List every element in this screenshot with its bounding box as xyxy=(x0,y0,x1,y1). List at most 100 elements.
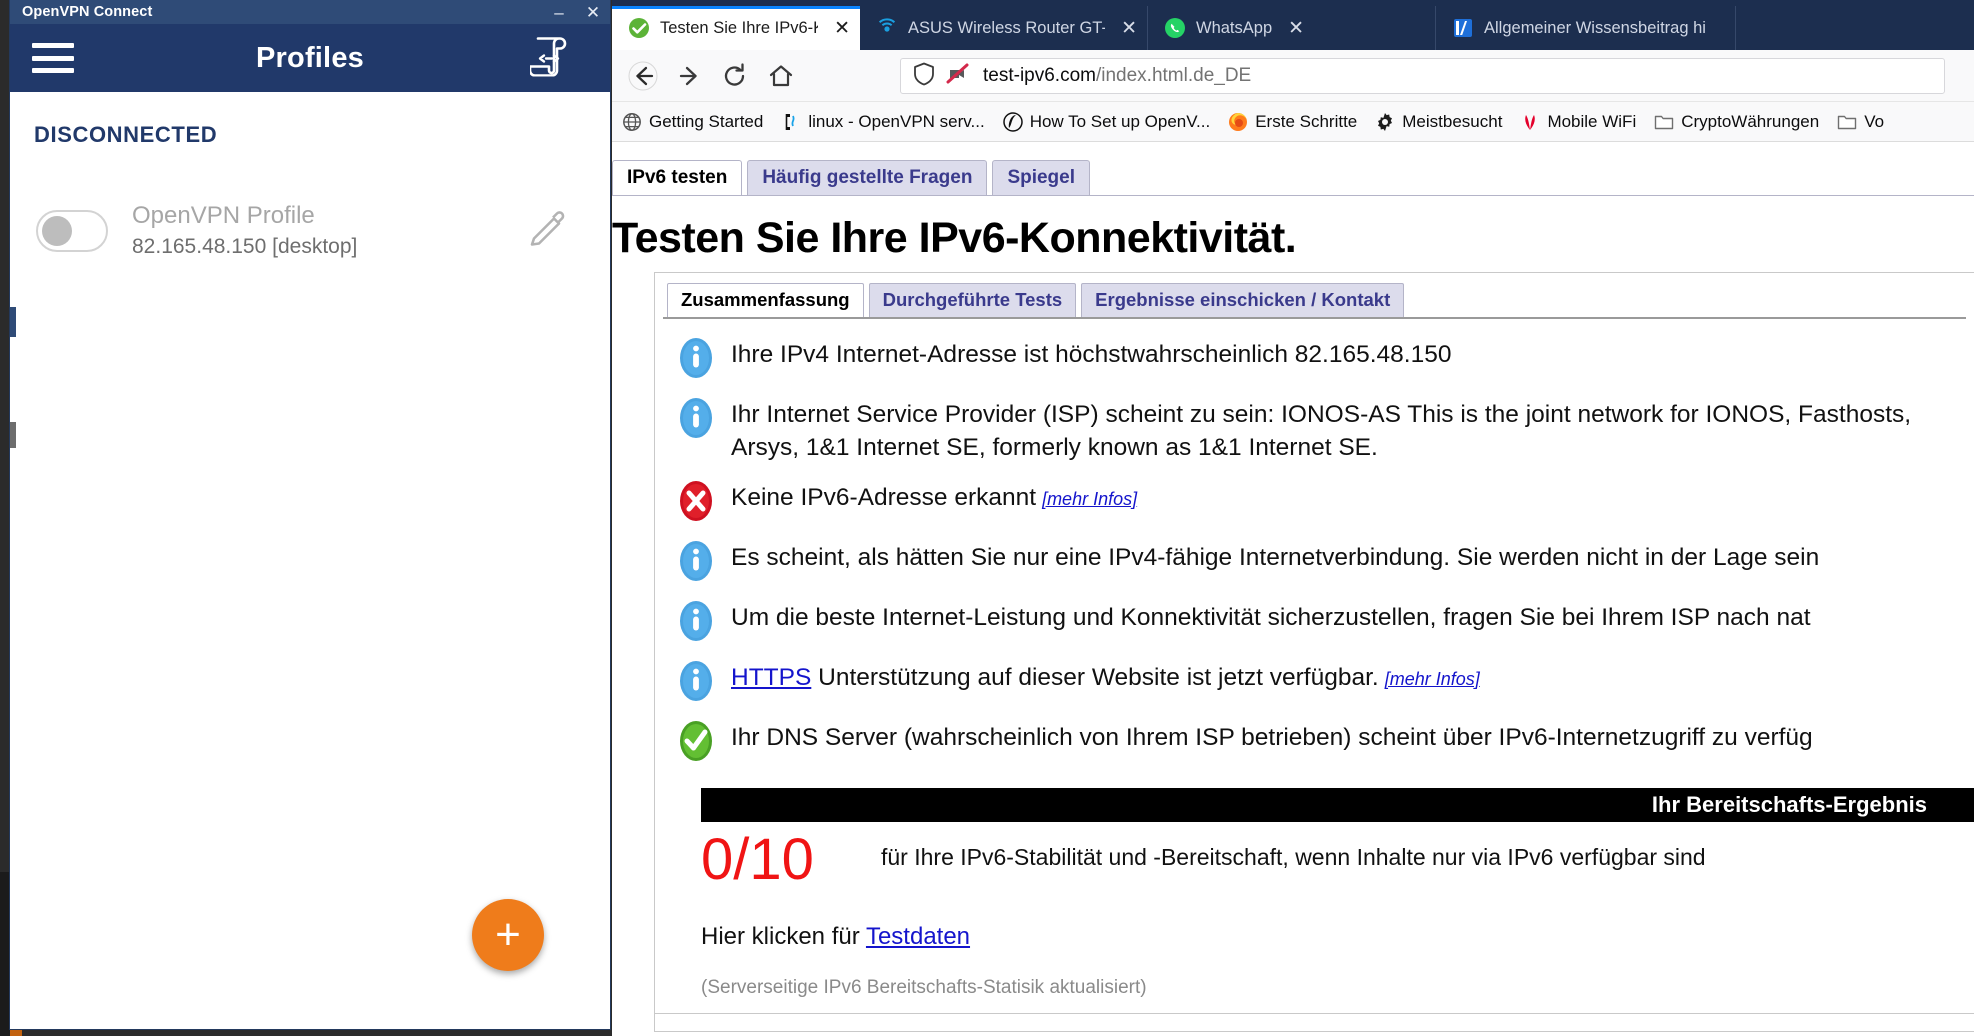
result-text: Ihre IPv4 Internet-Adresse ist höchstwah… xyxy=(731,341,1452,368)
openvpn-window-controls: – ✕ xyxy=(542,0,610,24)
info-icon xyxy=(673,335,719,381)
blue-doc-favicon xyxy=(1452,17,1474,39)
connection-status-label: DISCONNECTED xyxy=(34,122,218,147)
hamburger-icon[interactable] xyxy=(32,43,74,73)
success-icon xyxy=(673,718,719,764)
score-block: 0/10 für Ihre IPv6-Stabilität und -Berei… xyxy=(655,827,1974,893)
result-row: Um die beste Internet-Leistung und Konne… xyxy=(655,590,1974,650)
browser-tab-2-close[interactable]: ✕ xyxy=(1121,17,1137,40)
result-row: Ihr DNS Server (wahrscheinlich von Ihrem… xyxy=(655,710,1974,770)
result-row: HTTPS Unterstützung auf dieser Website i… xyxy=(655,650,1974,710)
testdaten-line: Hier klicken für Testdaten xyxy=(701,923,1974,951)
readiness-banner-label: Ihr Bereitschafts-Ergebnis xyxy=(1651,792,1927,818)
bookmark-label: CryptoWährungen xyxy=(1681,111,1820,131)
bookmark-linux-openvpn[interactable]: linux - OpenVPN serv... xyxy=(781,111,985,132)
browser-tab-1-label: Testen Sie Ihre IPv6-Konnektivit xyxy=(660,18,818,37)
readiness-score: 0/10 xyxy=(701,827,814,893)
browser-tab-1-close[interactable]: ✕ xyxy=(834,17,850,40)
info-icon xyxy=(673,538,719,584)
result-row: Ihre IPv4 Internet-Adresse ist höchstwah… xyxy=(655,327,1974,387)
results-panel: Zusammenfassung Durchgeführte Tests Erge… xyxy=(654,272,1974,1032)
bookmarks-bar: Getting Started linux - OpenVPN serv... xyxy=(612,102,1974,142)
add-profile-button[interactable]: + xyxy=(472,899,544,971)
panel-bottom-rule xyxy=(655,1013,1974,1015)
bookmark-label: Getting Started xyxy=(649,111,764,131)
browser-tab-3[interactable]: WhatsApp ✕ xyxy=(1148,6,1436,50)
server-stats-note: (Serverseitige IPv6 Bereitschafts-Statis… xyxy=(701,977,1147,999)
stackexchange-icon xyxy=(781,112,801,132)
bookmark-label: How To Set up OpenV... xyxy=(1029,111,1211,131)
result-text: Ihr DNS Server (wahrscheinlich von Ihrem… xyxy=(731,724,1813,752)
close-button[interactable]: ✕ xyxy=(576,0,610,24)
window-edge-marker xyxy=(10,307,16,337)
openvpn-appbar: Profiles xyxy=(10,24,610,92)
bookmark-meistbesucht[interactable]: Meistbesucht xyxy=(1375,112,1502,132)
panel-tab-zusammenfassung[interactable]: Zusammenfassung xyxy=(667,282,864,317)
site-tab-bar: IPv6 testen Häufig gestellte Fragen Spie… xyxy=(612,160,1095,196)
info-icon xyxy=(673,658,719,704)
site-tab-faq[interactable]: Häufig gestellte Fragen xyxy=(747,160,988,196)
browser-tab-4[interactable]: Allgemeiner Wissensbeitrag hi xyxy=(1436,6,1736,50)
forward-arrow-icon[interactable] xyxy=(666,53,712,99)
globe-icon xyxy=(622,112,642,132)
mehr-infos-link[interactable]: [mehr Infos] xyxy=(1042,489,1137,509)
url-domain: test-ipv6.com xyxy=(983,65,1096,86)
firefox-window: Testen Sie Ihre IPv6-Konnektivit ✕ ASUS … xyxy=(612,0,1974,1036)
mehr-infos-link[interactable]: [mehr Infos] xyxy=(1385,669,1480,689)
browser-tab-3-label: WhatsApp xyxy=(1196,18,1273,37)
back-arrow-icon[interactable] xyxy=(620,53,666,99)
home-icon[interactable] xyxy=(758,53,804,99)
panel-tab-ergebnisse-einschicken[interactable]: Ergebnisse einschicken / Kontakt xyxy=(1081,282,1405,317)
site-tab-ipv6-testen[interactable]: IPv6 testen xyxy=(612,160,743,196)
profile-subtitle: 82.165.48.150 [desktop] xyxy=(132,234,358,258)
panel-tab-durchgefuehrte-tests[interactable]: Durchgeführte Tests xyxy=(868,282,1077,317)
browser-navbar: test-ipv6.com/index.html.de_DE xyxy=(612,50,1974,102)
openvpn-connect-window: OpenVPN Connect – ✕ Profiles DISCONNECTE… xyxy=(10,0,610,1029)
import-profile-icon[interactable] xyxy=(528,35,570,82)
window-edge-marker-2 xyxy=(10,422,16,448)
bookmark-label: linux - OpenVPN serv... xyxy=(808,111,985,131)
browser-tab-1[interactable]: Testen Sie Ihre IPv6-Konnektivit ✕ xyxy=(612,6,860,50)
huawei-icon xyxy=(1520,112,1540,132)
desktop-dark-strip xyxy=(0,872,10,1036)
result-text: Um die beste Internet-Leistung und Konne… xyxy=(731,604,1811,632)
reload-icon[interactable] xyxy=(712,53,758,99)
readiness-banner: Ihr Bereitschafts-Ergebnis xyxy=(701,788,1974,823)
openvpn-body: DISCONNECTED OpenVPN Profile 82.165.48.1… xyxy=(10,92,610,1029)
address-bar-text: test-ipv6.com/index.html.de_DE xyxy=(983,65,1251,87)
bookmark-how-to-setup-openvpn[interactable]: How To Set up OpenV... xyxy=(1002,111,1211,132)
page-heading: Testen Sie Ihre IPv6-Konnektivität. xyxy=(612,214,1297,262)
firefox-icon xyxy=(1228,112,1248,132)
result-text: HTTPS Unterstützung auf dieser Website i… xyxy=(731,656,1480,695)
site-tab-rule xyxy=(612,195,1974,196)
browser-tabstrip: Testen Sie Ihre IPv6-Konnektivit ✕ ASUS … xyxy=(612,0,1974,50)
results-list: Ihre IPv4 Internet-Adresse ist höchstwah… xyxy=(655,319,1974,770)
profile-connect-toggle[interactable] xyxy=(36,210,108,252)
openvpn-titlebar: OpenVPN Connect – ✕ xyxy=(10,0,610,24)
bookmark-erste-schritte[interactable]: Erste Schritte xyxy=(1228,112,1357,132)
https-link[interactable]: HTTPS xyxy=(731,664,811,691)
wifi-signal-favicon xyxy=(876,17,898,39)
bookmark-getting-started[interactable]: Getting Started xyxy=(622,112,763,132)
site-tab-spiegel[interactable]: Spiegel xyxy=(992,160,1091,196)
profile-list-item[interactable]: OpenVPN Profile 82.165.48.150 [desktop] xyxy=(10,184,610,278)
address-bar[interactable]: test-ipv6.com/index.html.de_DE xyxy=(900,58,1945,94)
pencil-icon[interactable] xyxy=(528,209,568,254)
bookmark-label: Erste Schritte xyxy=(1255,111,1358,131)
bookmark-cryptowaehrungen[interactable]: CryptoWährungen xyxy=(1654,112,1819,132)
digitalocean-icon xyxy=(1002,111,1023,132)
readiness-caption: für Ihre IPv6-Stabilität und -Bereitscha… xyxy=(881,844,1706,871)
bookmark-mobile-wifi[interactable]: Mobile WiFi xyxy=(1520,112,1636,132)
testdaten-link[interactable]: Testdaten xyxy=(866,923,970,950)
result-row: Keine IPv6-Adresse erkannt [mehr Infos] xyxy=(655,470,1974,530)
minimize-button[interactable]: – xyxy=(542,0,576,24)
bookmark-label: Vo xyxy=(1864,111,1885,131)
gear-icon xyxy=(1375,112,1395,132)
crossed-out-camera-icon[interactable] xyxy=(945,61,971,92)
folder-icon xyxy=(1654,112,1674,132)
browser-tab-3-close[interactable]: ✕ xyxy=(1288,17,1304,40)
bookmark-vo[interactable]: Vo xyxy=(1837,112,1884,132)
browser-tab-2[interactable]: ASUS Wireless Router GT-AC29 ✕ xyxy=(860,6,1148,50)
profile-text-block: OpenVPN Profile 82.165.48.150 [desktop] xyxy=(132,201,357,261)
shield-icon[interactable] xyxy=(913,62,935,91)
